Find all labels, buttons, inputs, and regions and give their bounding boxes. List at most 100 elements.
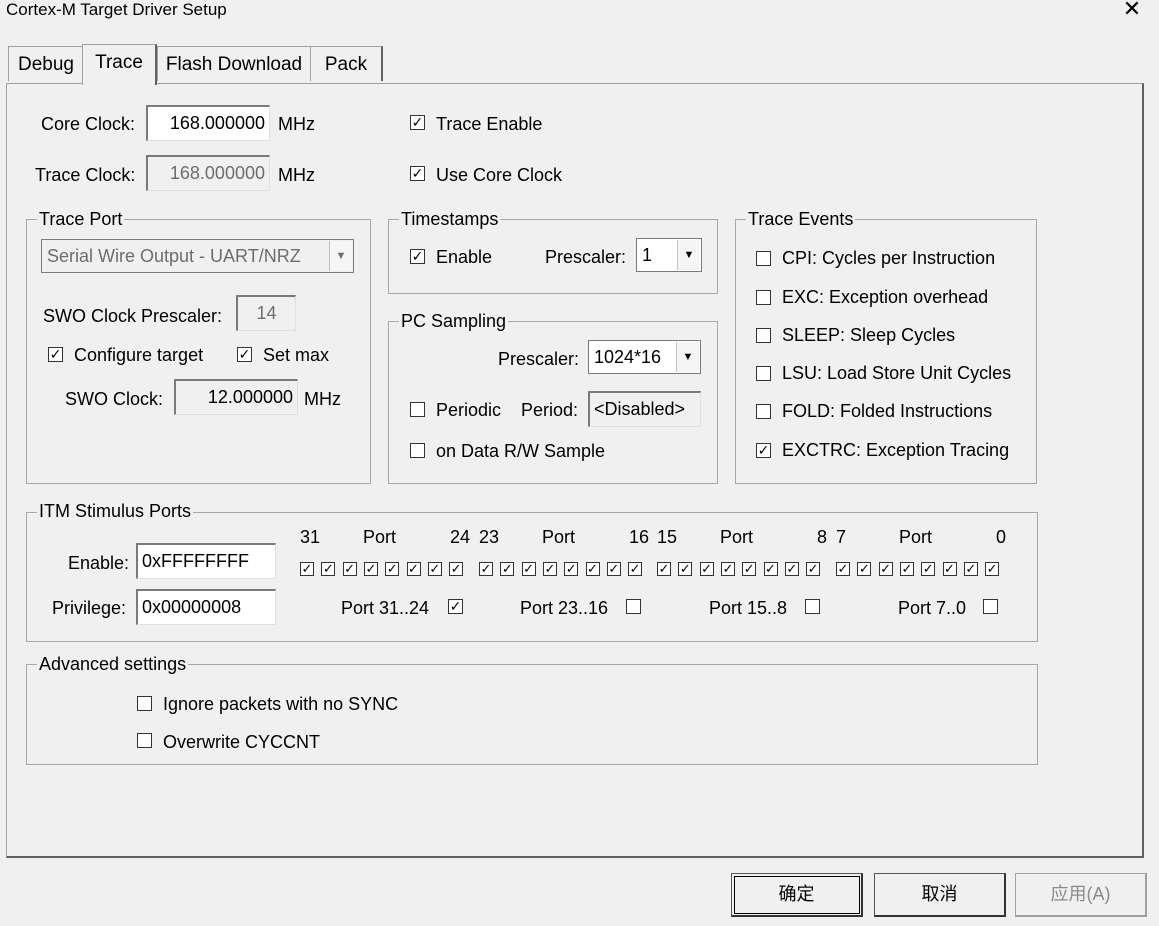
port-enable-checkbox[interactable]: ✓ — [363, 562, 378, 576]
port-enable-checkbox[interactable]: ✓ — [921, 562, 936, 576]
port-enable-checkbox[interactable]: ✓ — [606, 562, 621, 576]
port-enable-checkbox[interactable]: ✓ — [784, 562, 799, 576]
periodic-checkbox[interactable] — [410, 402, 425, 417]
port-enable-checkbox[interactable]: ✓ — [963, 562, 978, 576]
port-enable-checkbox[interactable]: ✓ — [836, 562, 850, 576]
port-enable-checkbox[interactable]: ✓ — [406, 562, 421, 576]
port-enable-checkbox[interactable]: ✓ — [763, 562, 778, 576]
window-title: Cortex-M Target Driver Setup — [6, 0, 227, 19]
itm-enable-label: Enable: — [68, 553, 130, 573]
timestamps-enable-checkbox[interactable]: ✓ — [410, 249, 425, 264]
port-enable-checkbox[interactable]: ✓ — [500, 562, 515, 576]
port-enable-checkbox[interactable]: ✓ — [385, 562, 400, 576]
tab-debug[interactable]: Debug — [8, 46, 84, 81]
chevron-down-icon[interactable]: ▼ — [677, 240, 700, 270]
trace-enable-checkbox[interactable]: ✓ — [410, 115, 425, 130]
swo-clock-label: SWO Clock: — [65, 389, 164, 409]
port-enable-checkbox[interactable]: ✓ — [342, 562, 357, 576]
timestamps-title: Timestamps — [399, 209, 501, 229]
chevron-down-icon[interactable]: ▼ — [676, 342, 699, 372]
trace-event-label: EXC: Exception overhead — [782, 287, 989, 307]
port-privilege-checkbox[interactable] — [626, 599, 641, 614]
port-enable-checkbox[interactable]: ✓ — [300, 562, 314, 576]
itm-privilege-input[interactable]: 0x00000008 — [136, 589, 276, 625]
trace-event-label: SLEEP: Sleep Cycles — [782, 325, 956, 345]
timestamps-prescaler-label: Prescaler: — [545, 247, 627, 267]
port-enable-checkbox[interactable]: ✓ — [449, 562, 464, 576]
port-enable-checkbox[interactable]: ✓ — [678, 562, 693, 576]
set-max-label: Set max — [263, 345, 330, 365]
trace-event-checkbox[interactable] — [756, 404, 771, 419]
core-clock-label: Core Clock: — [41, 114, 136, 134]
trace-clock-unit: MHz — [278, 165, 315, 185]
port-enable-checkbox[interactable]: ✓ — [899, 562, 914, 576]
port-privilege-label: Port 31..24 — [341, 598, 430, 618]
port-enable-checkbox[interactable]: ✓ — [479, 562, 493, 576]
port-enable-checkbox[interactable]: ✓ — [585, 562, 600, 576]
port-enable-checkbox[interactable]: ✓ — [742, 562, 757, 576]
timestamps-prescaler-select[interactable]: 1 ▼ — [636, 238, 702, 272]
port-privilege-label: Port 23..16 — [520, 598, 609, 618]
use-core-clock-checkbox[interactable]: ✓ — [410, 166, 425, 181]
trace-clock-label: Trace Clock: — [35, 165, 136, 185]
port-privilege-checkbox[interactable] — [805, 599, 820, 614]
core-clock-input[interactable]: 168.000000 — [146, 105, 270, 141]
swo-prescaler-input: 14 — [236, 295, 296, 331]
trace-event-checkbox[interactable] — [756, 366, 771, 381]
trace-event-checkbox[interactable]: ✓ — [756, 443, 771, 458]
trace-event-checkbox[interactable] — [756, 328, 771, 343]
core-clock-unit: MHz — [278, 114, 315, 134]
port-enable-checkbox[interactable]: ✓ — [942, 562, 957, 576]
pc-prescaler-select[interactable]: 1024*16 ▼ — [588, 340, 701, 374]
ignore-sync-checkbox[interactable] — [137, 696, 152, 711]
trace-event-checkbox[interactable] — [756, 290, 771, 305]
port-enable-checkbox[interactable]: ✓ — [657, 562, 671, 576]
close-icon[interactable]: ✕ — [1120, 0, 1144, 20]
tab-trace[interactable]: Trace — [82, 44, 157, 85]
configure-target-label: Configure target — [74, 345, 204, 365]
configure-target-checkbox[interactable]: ✓ — [48, 347, 63, 362]
trace-events-title: Trace Events — [746, 209, 856, 229]
swo-clock-unit: MHz — [304, 389, 341, 409]
port-enable-checkbox[interactable]: ✓ — [628, 562, 643, 576]
port-enable-checkbox[interactable]: ✓ — [699, 562, 714, 576]
ok-button[interactable]: 确定 — [731, 873, 863, 917]
itm-enable-input[interactable]: 0xFFFFFFFF — [136, 543, 276, 579]
set-max-checkbox[interactable]: ✓ — [237, 347, 252, 362]
port-privilege-checkbox[interactable] — [983, 599, 998, 614]
apply-button: 应用(A) — [1015, 873, 1147, 917]
port-enable-checkbox[interactable]: ✓ — [857, 562, 872, 576]
tab-flash-download[interactable]: Flash Download — [157, 46, 311, 81]
overwrite-cyccnt-label: Overwrite CYCCNT — [163, 732, 321, 752]
port-range-lo: 0 — [995, 527, 1006, 547]
trace-event-checkbox[interactable] — [756, 251, 771, 266]
pc-sampling-title: PC Sampling — [399, 311, 509, 331]
port-privilege-label: Port 7..0 — [898, 598, 967, 618]
swo-prescaler-label: SWO Clock Prescaler: — [43, 306, 223, 326]
port-enable-checkbox[interactable]: ✓ — [985, 562, 1000, 576]
port-privilege-checkbox[interactable]: ✓ — [448, 599, 463, 614]
port-enable-checkbox[interactable]: ✓ — [321, 562, 336, 576]
pc-prescaler-value: 1024*16 — [594, 347, 662, 367]
port-enable-checkbox[interactable]: ✓ — [542, 562, 557, 576]
tab-pack[interactable]: Pack — [310, 46, 383, 81]
timestamps-prescaler-value: 1 — [642, 245, 653, 265]
period-input: <Disabled> — [588, 391, 701, 427]
swo-clock-input: 12.000000 — [174, 379, 298, 415]
trace-port-title: Trace Port — [37, 209, 125, 229]
port-enable-checkbox[interactable]: ✓ — [564, 562, 579, 576]
itm-stimulus-title: ITM Stimulus Ports — [37, 501, 194, 521]
cancel-button[interactable]: 取消 — [874, 873, 1006, 917]
trace-event-label: LSU: Load Store Unit Cycles — [782, 363, 1012, 383]
overwrite-cyccnt-checkbox[interactable] — [137, 733, 152, 748]
data-rw-sample-checkbox[interactable] — [410, 443, 425, 458]
port-enable-checkbox[interactable]: ✓ — [806, 562, 821, 576]
port-enable-checkbox[interactable]: ✓ — [878, 562, 893, 576]
itm-privilege-label: Privilege: — [52, 598, 127, 618]
port-enable-checkbox[interactable]: ✓ — [720, 562, 735, 576]
periodic-label: Periodic — [436, 400, 502, 420]
port-enable-checkbox[interactable]: ✓ — [521, 562, 536, 576]
port-enable-checkbox[interactable]: ✓ — [427, 562, 442, 576]
port-range-lo: 24 — [449, 527, 470, 547]
trace-port-select: Serial Wire Output - UART/NRZ ▼ — [41, 239, 354, 273]
